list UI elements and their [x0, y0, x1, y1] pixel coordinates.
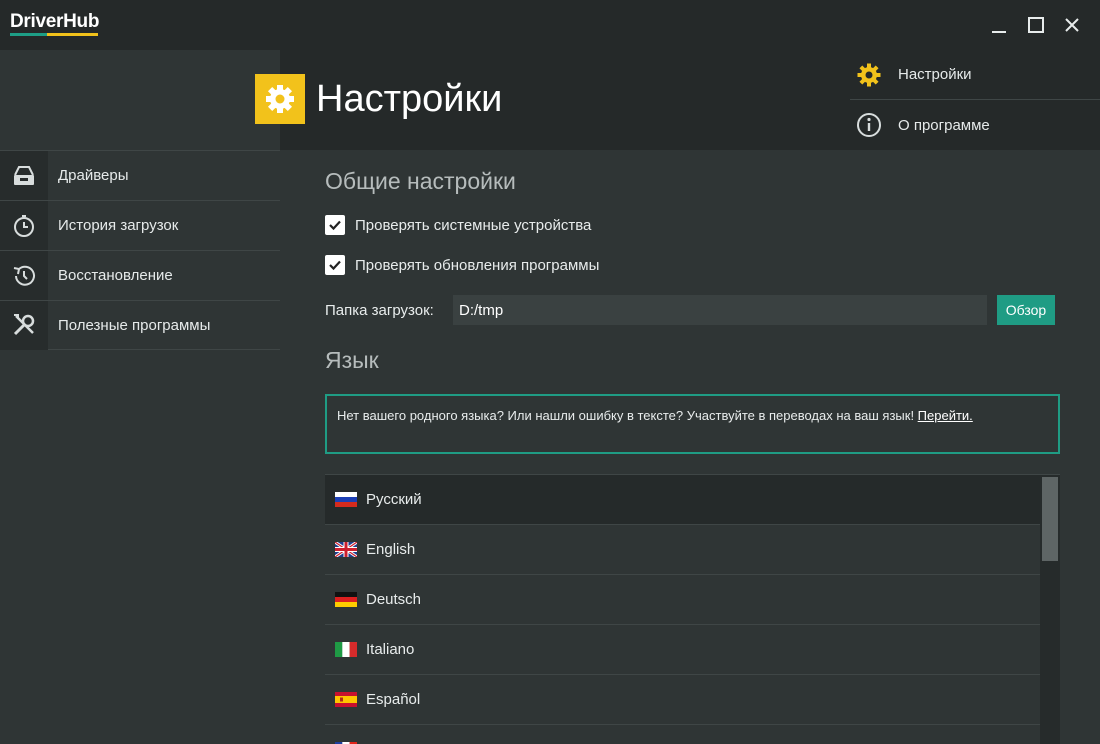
language-item-english[interactable]: English: [325, 525, 1040, 575]
flag-ru-icon: [335, 492, 357, 507]
top-nav: Настройки О программе: [850, 50, 1100, 150]
tools-icon: [13, 314, 35, 336]
maximize-button[interactable]: [1023, 12, 1049, 38]
browse-button[interactable]: Обзор: [997, 295, 1055, 325]
page-title: Настройки: [316, 78, 503, 120]
close-icon: [1065, 18, 1079, 32]
check-updates-label: Проверять обновления программы: [355, 256, 600, 274]
language-label: Deutsch: [366, 591, 422, 608]
language-title: Язык: [325, 347, 379, 373]
check-devices-checkbox[interactable]: [325, 215, 345, 235]
sidebar-item-download-history[interactable]: История загрузок: [0, 200, 280, 250]
sidebar-item-drivers[interactable]: Драйверы: [0, 150, 280, 200]
close-button[interactable]: [1059, 12, 1085, 38]
settings-content: Общие настройки Проверять системные устр…: [280, 150, 1100, 744]
scrollbar-thumb[interactable]: [1042, 477, 1058, 561]
sidebar-item-label: Драйверы: [58, 167, 129, 184]
checkmark-icon: [329, 260, 341, 271]
check-updates-row[interactable]: Проверять обновления программы: [325, 254, 599, 276]
sidebar-item-label: Полезные программы: [58, 316, 211, 334]
download-folder-row: Папка загрузок: Обзор: [325, 294, 1057, 326]
gear-icon: [857, 63, 881, 86]
topnav-label: Настройки: [898, 66, 972, 83]
history-restore-icon: [13, 265, 35, 286]
flag-gb-icon: [335, 542, 357, 557]
drive-tray-icon: [14, 165, 34, 185]
sidebar-item-label: История загрузок: [58, 217, 179, 234]
check-devices-label: Проверять системные устройства: [355, 216, 592, 234]
translation-notice-text: Нет вашего родного языка? Или нашли ошиб…: [337, 408, 918, 423]
page-header: Настройки Настройки О программе: [255, 50, 1100, 150]
general-settings-title: Общие настройки: [325, 168, 516, 194]
app-logo: DriverHub: [10, 11, 100, 32]
translation-notice: Нет вашего родного языка? Или нашли ошиб…: [325, 394, 1060, 454]
settings-badge: [255, 74, 305, 124]
flag-it-icon: [335, 642, 357, 657]
gear-icon: [266, 85, 294, 113]
topnav-label: О программе: [898, 116, 990, 134]
sidebar-item-useful-programs[interactable]: Полезные программы: [0, 300, 280, 350]
language-item-partial[interactable]: [325, 725, 1040, 744]
check-updates-checkbox[interactable]: [325, 255, 345, 275]
topnav-item-settings[interactable]: Настройки: [850, 50, 1100, 100]
flag-es-icon: [335, 692, 357, 707]
topnav-item-about[interactable]: О программе: [850, 100, 1100, 150]
sidebar: Драйверы История загрузок Восстановление: [0, 150, 280, 744]
language-label: Русский: [366, 491, 422, 508]
language-item-russian[interactable]: Русский: [325, 475, 1040, 525]
language-list: Русский English Deutsch Italiano Español: [325, 474, 1060, 744]
download-folder-label: Папка загрузок:: [325, 301, 434, 319]
maximize-icon: [1028, 17, 1044, 33]
logo-underline: [10, 33, 98, 36]
translation-link[interactable]: Перейти.: [918, 408, 973, 423]
check-devices-row[interactable]: Проверять системные устройства: [325, 214, 591, 236]
language-list-scrollbar[interactable]: [1040, 475, 1060, 744]
language-label: Español: [366, 691, 421, 708]
flag-de-icon: [335, 592, 357, 607]
sidebar-item-label: Восстановление: [58, 267, 173, 284]
language-item-german[interactable]: Deutsch: [325, 575, 1040, 625]
info-icon: [857, 113, 881, 137]
language-item-italian[interactable]: Italiano: [325, 625, 1040, 675]
sidebar-header-area: [0, 50, 280, 150]
title-bar: DriverHub: [0, 0, 1100, 50]
download-folder-input[interactable]: [453, 295, 987, 325]
stopwatch-icon: [14, 214, 34, 237]
checkmark-icon: [329, 220, 341, 231]
language-label: Italiano: [366, 641, 415, 658]
sidebar-item-restore[interactable]: Восстановление: [0, 250, 280, 300]
minimize-icon: [992, 31, 1006, 33]
minimize-button[interactable]: [986, 12, 1012, 38]
language-item-spanish[interactable]: Español: [325, 675, 1040, 725]
language-label: English: [366, 541, 416, 558]
